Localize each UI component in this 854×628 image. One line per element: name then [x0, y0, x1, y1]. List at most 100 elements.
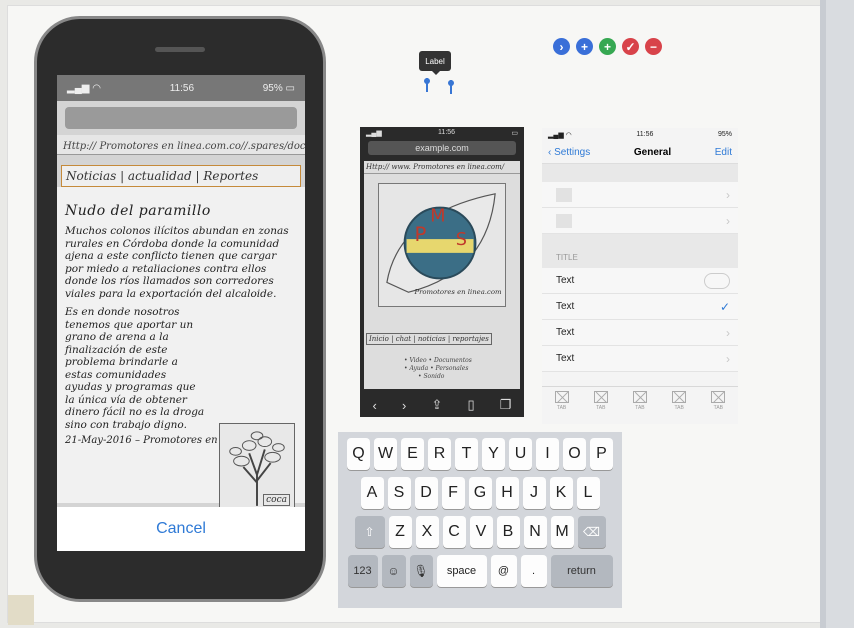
tab-bar: TAB TAB TAB TAB TAB: [542, 386, 738, 422]
toggle-switch[interactable]: [704, 272, 730, 289]
article-paragraph-2: Es en donde nosotros tenemos que aportar…: [65, 306, 205, 431]
nav-title: General: [633, 147, 672, 158]
key-x[interactable]: X: [415, 516, 439, 548]
edit-button[interactable]: Edit: [715, 147, 732, 158]
placeholder-row[interactable]: ›: [542, 182, 738, 208]
tab-item[interactable]: TAB: [593, 391, 608, 411]
tab-item[interactable]: TAB: [554, 391, 569, 411]
back-arrow-icon[interactable]: ‹: [373, 398, 377, 413]
keyboard-row-1: QWERTYUIOP: [342, 438, 618, 470]
mini-address-bar[interactable]: example.com: [368, 141, 516, 155]
key-b[interactable]: B: [496, 516, 520, 548]
tab-item[interactable]: TAB: [632, 391, 647, 411]
key-v[interactable]: V: [469, 516, 493, 548]
shift-key[interactable]: ⇧: [354, 516, 385, 548]
chevron-right-icon: ›: [726, 213, 730, 228]
address-bar[interactable]: [65, 107, 297, 129]
key-c[interactable]: C: [442, 516, 466, 548]
article-heading: Nudo del paramillo: [65, 203, 211, 219]
plus-green-icon[interactable]: +: [599, 38, 616, 55]
key-d[interactable]: D: [414, 477, 438, 509]
plus-blue-icon[interactable]: +: [576, 38, 593, 55]
chevron-right-icon: ›: [726, 351, 730, 366]
key-h[interactable]: H: [495, 477, 519, 509]
key-p[interactable]: P: [590, 438, 613, 470]
minus-icon[interactable]: −: [645, 38, 662, 55]
mini-status-bar: ▂▄▆ 11:56 ▭: [360, 127, 524, 139]
group-spacer: [542, 164, 738, 182]
key-t[interactable]: T: [455, 438, 478, 470]
mini-handwritten-url: Http:// www. Promotores en linea.com/: [364, 161, 520, 174]
cancel-button[interactable]: Cancel: [57, 507, 305, 551]
tree-sketch-image: coca: [219, 423, 295, 509]
pms-logo-sketch: M P S Promotores en linea.com: [378, 183, 506, 307]
return-key[interactable]: return: [550, 555, 613, 587]
article-paragraph-1: Muchos colonos ilícitos abundan en zonas…: [65, 225, 289, 300]
share-icon[interactable]: ⇪: [431, 397, 442, 413]
numbers-key[interactable]: 123: [347, 555, 378, 587]
back-button[interactable]: ‹ Settings: [548, 147, 590, 158]
tab-placeholder-icon: [554, 391, 569, 403]
space-key[interactable]: space: [436, 555, 487, 587]
key-s[interactable]: S: [387, 477, 411, 509]
handwritten-url: Http:// Promotores en linea.com.co//.spa…: [57, 135, 305, 155]
mini-list-item: • Sonido: [418, 373, 445, 380]
pin-marker-right: [448, 80, 454, 94]
key-l[interactable]: L: [576, 477, 600, 509]
emoji-key[interactable]: ☺: [381, 555, 406, 587]
text-row-disclosure[interactable]: Text ›: [542, 320, 738, 346]
dot-key[interactable]: .: [520, 555, 547, 587]
key-j[interactable]: J: [522, 477, 546, 509]
backspace-key[interactable]: ⌫: [577, 516, 606, 548]
browser-toolbar: ‹ › ⇪ ▯ ❐: [360, 393, 524, 417]
key-y[interactable]: Y: [482, 438, 505, 470]
status-bar: ▂▄▆ ◠ 11:56 95% ▭: [57, 75, 305, 101]
key-o[interactable]: O: [563, 438, 586, 470]
key-r[interactable]: R: [428, 438, 451, 470]
bookmarks-icon[interactable]: ▯: [467, 397, 474, 413]
key-m[interactable]: M: [550, 516, 574, 548]
placeholder-row[interactable]: ›: [542, 208, 738, 234]
key-w[interactable]: W: [374, 438, 397, 470]
settings-status-bar: ▂▄▆ ◠ 11:56 95%: [542, 128, 738, 142]
text-row-disclosure[interactable]: Text ›: [542, 346, 738, 372]
settings-battery: 95%: [717, 131, 732, 138]
phone-screen: ▂▄▆ ◠ 11:56 95% ▭ Http:// Promotores en …: [57, 75, 305, 551]
mini-handwritten-nav[interactable]: Inicio | chat | noticias | reportajes: [366, 333, 492, 345]
settings-status-time: 11:56: [636, 131, 654, 138]
tab-item[interactable]: TAB: [711, 391, 726, 411]
settings-table-mockup: ▂▄▆ ◠ 11:56 95% ‹ Settings General Edit …: [542, 128, 738, 424]
mini-status-time: 11:56: [438, 129, 456, 136]
tape-piece: [8, 595, 34, 625]
key-n[interactable]: N: [523, 516, 547, 548]
logo-letter-p: P: [414, 223, 426, 246]
keyboard-mockup: QWERTYUIOP ASDFGHJKL ⇧ Z X C V B N M ⌫ 123 ☺ 🎙 …: [338, 432, 622, 608]
section-title: TITLE: [542, 234, 738, 268]
key-z[interactable]: Z: [388, 516, 412, 548]
key-f[interactable]: F: [441, 477, 465, 509]
key-a[interactable]: A: [360, 477, 384, 509]
handwritten-nav-menu[interactable]: Noticias | actualidad | Reportes: [61, 165, 301, 187]
key-e[interactable]: E: [401, 438, 424, 470]
key-i[interactable]: I: [536, 438, 559, 470]
check-icon[interactable]: ✓: [622, 38, 639, 55]
tabs-icon[interactable]: ❐: [500, 397, 512, 413]
key-k[interactable]: K: [549, 477, 573, 509]
logo-caption: Promotores en linea.com: [413, 288, 502, 296]
chevron-right-icon[interactable]: ›: [553, 38, 570, 55]
battery-icon: ▭: [511, 130, 518, 137]
text-row-checked[interactable]: Text ✓: [542, 294, 738, 320]
mic-key[interactable]: 🎙: [409, 555, 433, 587]
tab-placeholder-icon: [711, 391, 726, 403]
key-u[interactable]: U: [509, 438, 532, 470]
text-row-toggle[interactable]: Text: [542, 268, 738, 294]
circle-button-row: › + + ✓ −: [553, 38, 662, 55]
at-key[interactable]: @: [490, 555, 517, 587]
forward-arrow-icon[interactable]: ›: [402, 398, 406, 413]
logo-letter-s: S: [456, 230, 467, 250]
mini-list-item: • Video • Documentos: [404, 357, 472, 364]
tab-item[interactable]: TAB: [672, 391, 687, 411]
key-g[interactable]: G: [468, 477, 492, 509]
checkmark-icon: ✓: [719, 299, 730, 314]
key-q[interactable]: Q: [347, 438, 370, 470]
